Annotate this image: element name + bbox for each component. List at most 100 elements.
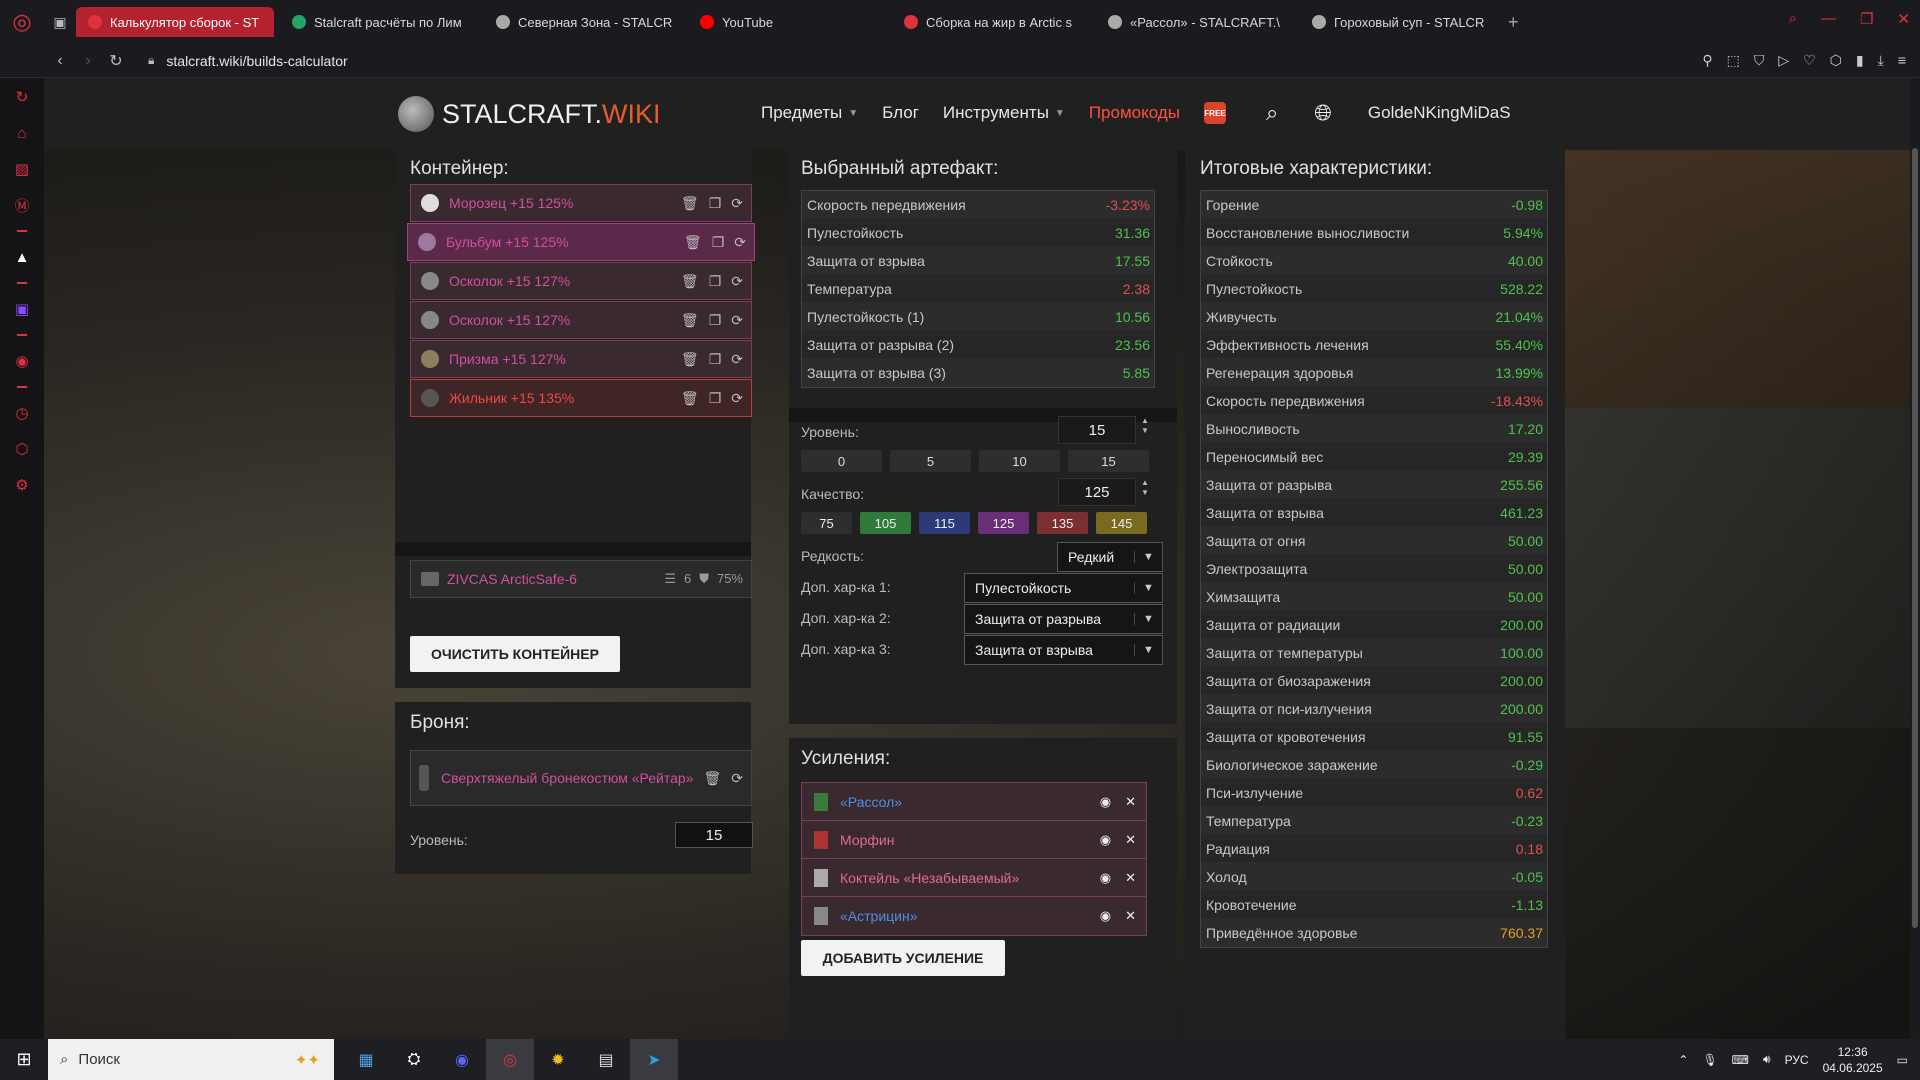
player-sidebar-icon[interactable]: ◉ xyxy=(11,350,33,372)
trash-icon[interactable]: 🗑︎ xyxy=(681,312,699,329)
copy-icon[interactable]: ❐ xyxy=(709,351,722,368)
browser-tab[interactable]: Stalcraft расчёты по Лим xyxy=(280,7,478,37)
network-icon[interactable]: ⌨ xyxy=(1732,1053,1749,1067)
profile-avatar[interactable]: ▮ xyxy=(1856,52,1864,69)
gx-store-icon[interactable]: ⌂ xyxy=(11,122,33,144)
extra2-select[interactable]: Защита от разрыва ▼ xyxy=(964,604,1163,634)
tab-switcher-icon[interactable]: ▣ xyxy=(44,0,76,44)
adblock-icon[interactable]: ⛉ xyxy=(1754,52,1765,69)
extensions-sidebar-icon[interactable]: ⬡ xyxy=(11,438,33,460)
close-window-icon[interactable]: ✕ xyxy=(1897,10,1910,28)
extra1-select[interactable]: Пулестойкость ▼ xyxy=(964,573,1163,603)
gx-corner-icon[interactable]: ▨ xyxy=(11,158,33,180)
nav-promo[interactable]: Промокоды xyxy=(1089,103,1180,123)
explorer-app-icon[interactable]: ▦ xyxy=(342,1039,390,1080)
quality-preset-button[interactable]: 145 xyxy=(1096,512,1147,534)
close-icon[interactable]: ✕ xyxy=(1125,794,1136,810)
trash-icon[interactable]: 🗑︎ xyxy=(681,195,699,212)
aria-icon[interactable]: ▲ xyxy=(11,246,33,268)
container-slot[interactable]: Бульбум +15 125% 🗑︎ ❐ ⟳ xyxy=(407,223,755,261)
level-preset-button[interactable]: 15 xyxy=(1068,450,1149,472)
microphone-icon[interactable]: 🎙︎ xyxy=(1702,1053,1717,1067)
terminal-app-icon[interactable]: ▤ xyxy=(582,1039,630,1080)
eye-icon[interactable]: ◉ xyxy=(1100,794,1111,810)
globe-icon[interactable]: 🌐︎ xyxy=(1314,100,1332,126)
container-item[interactable]: ZIVCAS ArcticSafe-6 ☰ 6 ⛊ 75% xyxy=(410,560,752,598)
notifications-icon[interactable]: ▭ xyxy=(1897,1053,1908,1067)
trash-icon[interactable]: 🗑︎ xyxy=(681,390,699,407)
nav-items[interactable]: Предметы ▼ xyxy=(761,103,858,123)
messenger-icon[interactable]: Ⓜ xyxy=(11,194,33,216)
level-preset-button[interactable]: 0 xyxy=(801,450,882,472)
new-tab-button[interactable]: + xyxy=(1508,12,1519,33)
sun-app-icon[interactable]: ✹ xyxy=(534,1039,582,1080)
close-icon[interactable]: ✕ xyxy=(1125,832,1136,848)
level-preset-button[interactable]: 10 xyxy=(979,450,1060,472)
restore-icon[interactable]: ❐ xyxy=(1860,10,1873,28)
boost-item[interactable]: «Рассол» ◉ ✕ xyxy=(801,782,1147,822)
swap-icon[interactable]: ⟳ xyxy=(731,770,743,787)
player-icon[interactable]: ▷ xyxy=(1778,52,1789,69)
tray-chevron-up-icon[interactable]: ⌃ xyxy=(1678,1053,1688,1067)
opera-gx-app-icon[interactable]: ◎ xyxy=(486,1039,534,1080)
swap-icon[interactable]: ⟳ xyxy=(731,312,743,329)
back-icon[interactable]: ‹ xyxy=(46,52,74,70)
reload-icon[interactable]: ↻ xyxy=(102,51,130,71)
armor-slot[interactable]: Сверхтяжелый бронекостюм «Рейтар» 🗑︎ ⟳ xyxy=(410,750,752,806)
add-boost-button[interactable]: ДОБАВИТЬ УСИЛЕНИЕ xyxy=(801,940,1005,976)
boost-item[interactable]: Морфин ◉ ✕ xyxy=(801,820,1147,860)
scrollbar-thumb[interactable] xyxy=(1912,148,1918,928)
browser-tab[interactable]: Гороховый суп - STALCR xyxy=(1300,7,1498,37)
quality-preset-button[interactable]: 75 xyxy=(801,512,852,534)
gx-control-icon[interactable]: ↻ xyxy=(11,86,33,108)
eye-icon[interactable]: ◉ xyxy=(1100,832,1111,848)
browser-tab[interactable]: YouTube xyxy=(688,7,886,37)
page-scrollbar[interactable] xyxy=(1910,78,1920,1039)
snapshot-icon[interactable]: ⬚ xyxy=(1727,52,1740,69)
copy-icon[interactable]: ❐ xyxy=(709,273,722,290)
search-tabs-icon[interactable]: ⌕ xyxy=(1789,10,1797,28)
copy-icon[interactable]: ❐ xyxy=(709,312,722,329)
boost-item[interactable]: «Астрицин» ◉ ✕ xyxy=(801,896,1147,936)
swap-icon[interactable]: ⟳ xyxy=(731,273,743,290)
extensions-icon[interactable]: ⬡ xyxy=(1830,52,1842,69)
copy-icon[interactable]: ❐ xyxy=(709,195,722,212)
level-input[interactable]: 15 xyxy=(1058,416,1136,444)
browser-tab[interactable]: Сборка на жир в Arctic s xyxy=(892,7,1090,37)
telegram-app-icon[interactable]: ➤ xyxy=(630,1039,678,1080)
container-slot[interactable]: Призма +15 127% 🗑︎ ❐ ⟳ xyxy=(410,340,752,378)
browser-tab[interactable]: Северная Зона - STALCR xyxy=(484,7,682,37)
settings-icon[interactable]: ⚙ xyxy=(11,474,33,496)
trash-icon[interactable]: 🗑︎ xyxy=(703,770,721,787)
search-icon[interactable]: ⌕ xyxy=(1266,100,1278,126)
menu-icon[interactable]: ≡ xyxy=(1898,52,1906,69)
lock-icon[interactable]: 🔒︎ xyxy=(148,53,154,68)
quality-input[interactable]: 125 xyxy=(1058,478,1136,506)
swap-icon[interactable]: ⟳ xyxy=(731,351,743,368)
trash-icon[interactable]: 🗑︎ xyxy=(681,351,699,368)
quality-preset-button[interactable]: 115 xyxy=(919,512,970,534)
volume-icon[interactable]: 🔊︎ xyxy=(1763,1052,1771,1067)
eye-icon[interactable]: ◉ xyxy=(1100,908,1111,924)
taskbar-search[interactable]: ⌕ Поиск ✦✦ xyxy=(48,1039,334,1080)
rarity-select[interactable]: Редкий ▼ xyxy=(1057,542,1163,572)
nav-blog[interactable]: Блог xyxy=(882,103,919,123)
nav-tools[interactable]: Инструменты ▼ xyxy=(943,103,1065,123)
minimize-icon[interactable]: — xyxy=(1821,10,1836,28)
close-icon[interactable]: ✕ xyxy=(1125,908,1136,924)
armor-level-input[interactable]: 15 xyxy=(675,822,753,848)
discord-app-icon[interactable]: ◉ xyxy=(438,1039,486,1080)
heart-icon[interactable]: ♡ xyxy=(1803,52,1816,69)
language-indicator[interactable]: РУС xyxy=(1785,1053,1809,1067)
twitch-icon[interactable]: ▣ xyxy=(11,298,33,320)
user-profile-link[interactable]: GoldeNKingMiDaS xyxy=(1368,103,1511,123)
url-field[interactable]: stalcraft.wiki/builds-calculator xyxy=(166,53,347,69)
level-preset-button[interactable]: 5 xyxy=(890,450,971,472)
extra3-select[interactable]: Защита от взрыва ▼ xyxy=(964,635,1163,665)
eye-icon[interactable]: ◉ xyxy=(1100,870,1111,886)
level-spinner[interactable]: ▲ ▼ xyxy=(1141,416,1149,436)
pin-icon[interactable]: ⚲ xyxy=(1702,52,1712,69)
boost-item[interactable]: Коктейль «Незабываемый» ◉ ✕ xyxy=(801,858,1147,898)
swap-icon[interactable]: ⟳ xyxy=(731,390,743,407)
free-badge[interactable]: FREE xyxy=(1203,102,1226,124)
